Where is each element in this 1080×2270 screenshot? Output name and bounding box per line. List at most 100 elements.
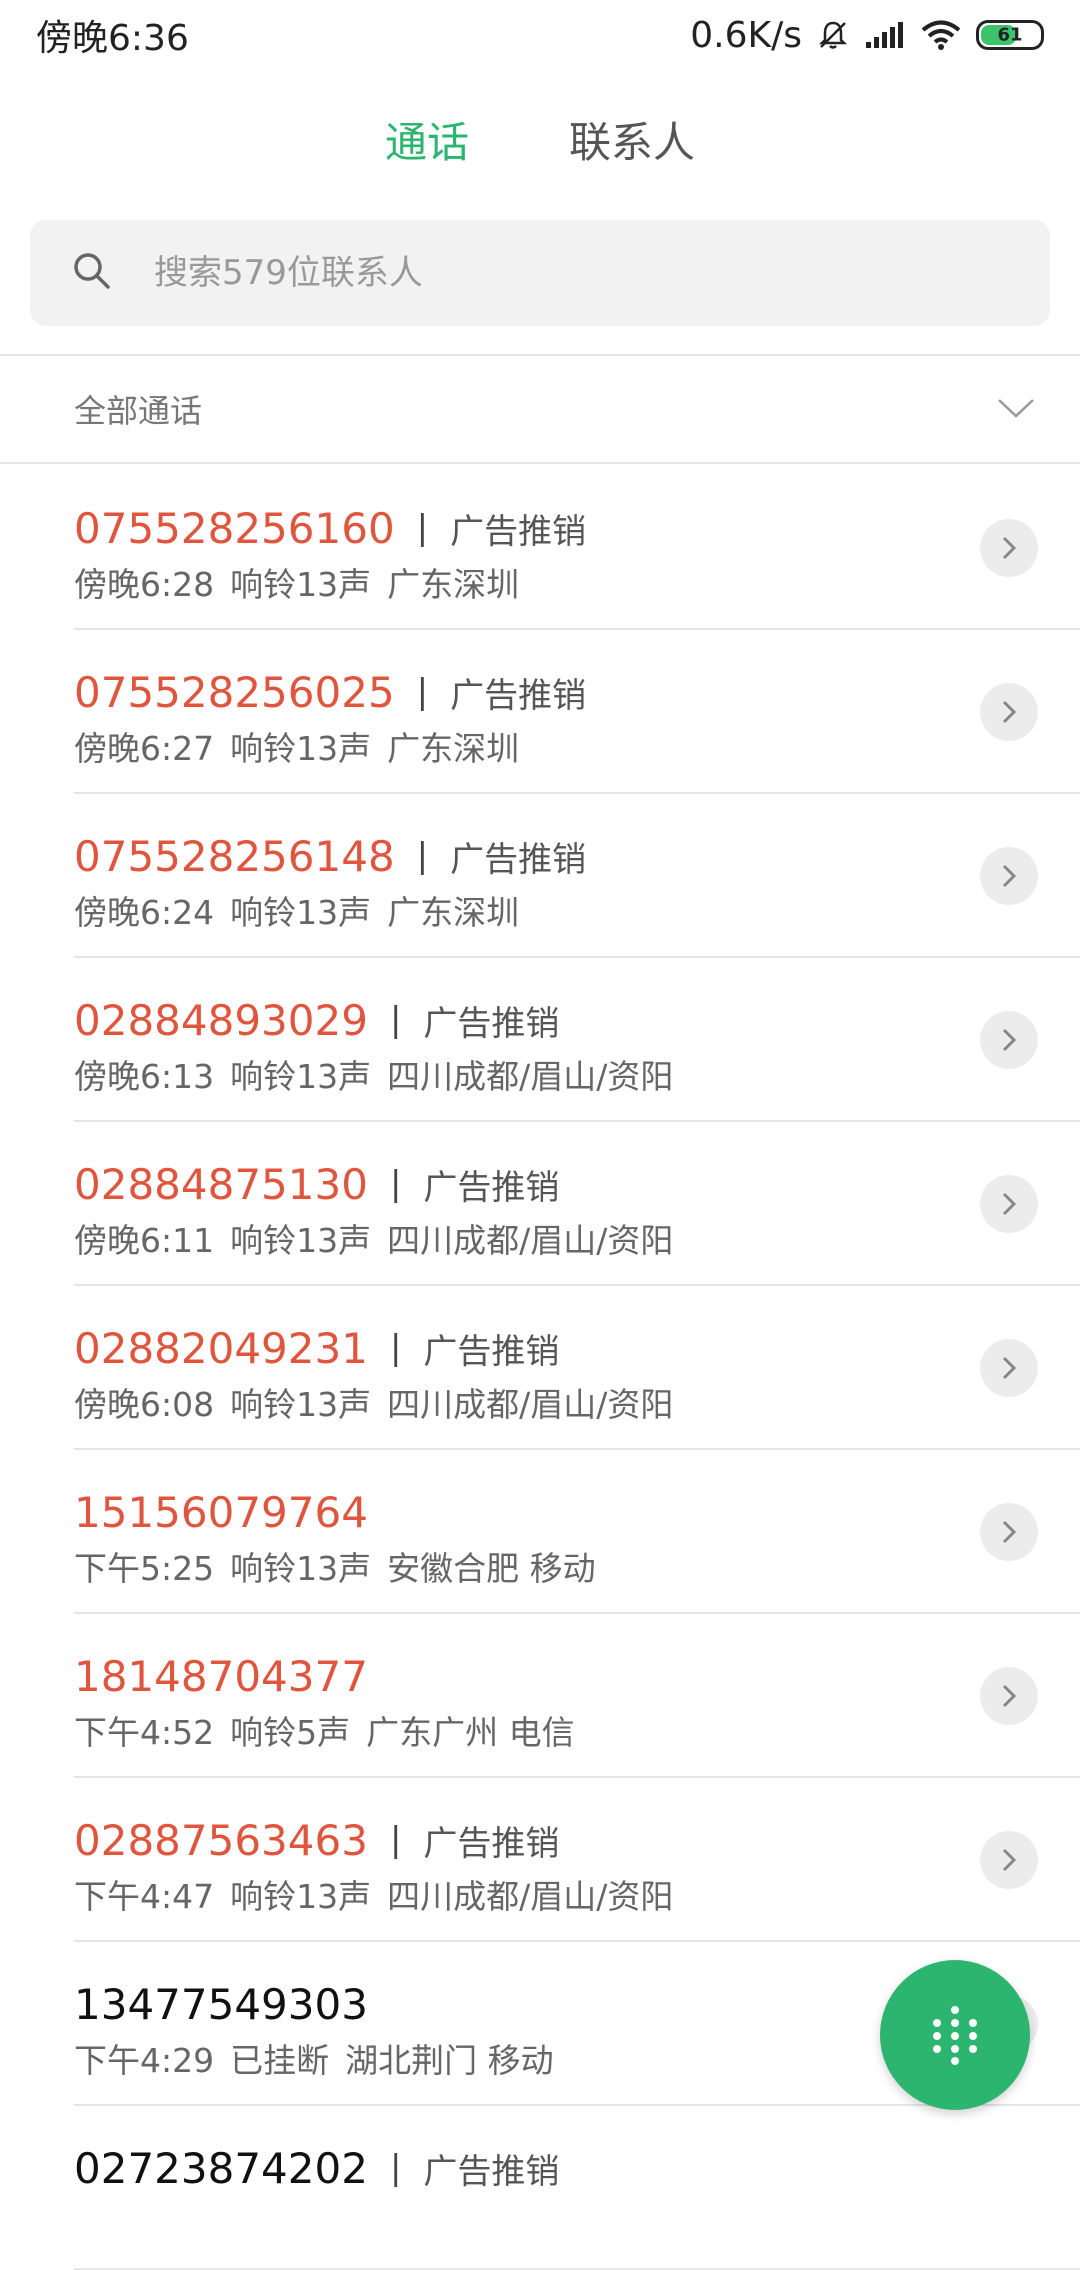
status-bar: 傍晚6:36 0.6K/s 61: [0, 0, 1080, 70]
chevron-right-icon: [1002, 1684, 1017, 1708]
separator: |: [389, 2148, 402, 2188]
call-details: 下午5:25 响铃13声 安徽合肥 移动: [74, 1542, 612, 1590]
number-tag: 广告推销: [450, 675, 587, 716]
call-status: 响铃13声: [230, 1385, 372, 1424]
phone-number: 02884893029: [74, 995, 368, 1045]
call-filter-dropdown[interactable]: 全部通话: [0, 356, 1080, 464]
status-time: 傍晚6:36: [36, 18, 189, 59]
call-detail-button[interactable]: [980, 1667, 1038, 1725]
call-detail-button[interactable]: [980, 683, 1038, 741]
call-log-item[interactable]: 075528256148 | 广告推销 傍晚6:24 响铃13声 广东深圳: [74, 794, 1080, 958]
call-log-item[interactable]: 02887563463 | 广告推销 下午4:47 响铃13声 四川成都/眉山/资阳: [74, 1778, 1080, 1942]
wifi-icon: [920, 19, 962, 51]
call-details: 傍晚6:13 响铃13声 四川成都/眉山/资阳: [74, 1050, 689, 1098]
network-speed: 0.6K/s: [690, 14, 802, 56]
call-location: 四川成都/眉山/资阳: [387, 1221, 674, 1260]
call-details: 下午4:47 响铃13声 四川成都/眉山/资阳: [74, 1870, 689, 1918]
call-header: 18148704377: [74, 1648, 368, 1704]
call-time: 下午4:52: [74, 1713, 215, 1752]
chevron-right-icon: [1002, 1520, 1017, 1544]
call-status: 响铃13声: [230, 893, 372, 932]
call-time: 傍晚6:27: [74, 729, 215, 768]
call-details: 下午4:52 响铃5声 广东广州 电信: [74, 1706, 591, 1754]
separator: |: [389, 1000, 402, 1040]
call-header: 075528256025 | 广告推销: [74, 664, 586, 720]
call-status: 响铃13声: [230, 1877, 372, 1916]
separator: |: [389, 1164, 402, 1204]
call-location: 安徽合肥 移动: [387, 1549, 596, 1588]
call-detail-button[interactable]: [980, 519, 1038, 577]
call-detail-button[interactable]: [980, 1831, 1038, 1889]
number-tag: 广告推销: [423, 1331, 560, 1372]
phone-number: 18148704377: [74, 1651, 368, 1701]
call-log-item[interactable]: 02884893029 | 广告推销 傍晚6:13 响铃13声 四川成都/眉山/资阳: [74, 958, 1080, 1122]
number-tag: 广告推销: [423, 1823, 560, 1864]
call-location: 广东深圳: [387, 565, 520, 604]
number-tag: 广告推销: [450, 511, 587, 552]
call-status: 响铃5声: [230, 1713, 351, 1752]
call-header: 13477549303: [74, 1976, 368, 2032]
call-status: 响铃13声: [230, 1221, 372, 1260]
call-header: 15156079764: [74, 1484, 368, 1540]
tab-contacts[interactable]: 联系人: [569, 108, 695, 178]
chevron-right-icon: [1002, 536, 1017, 560]
tab-calls[interactable]: 通话: [385, 108, 469, 178]
call-header: 02887563463 | 广告推销: [74, 1812, 559, 1868]
status-icons: 0.6K/s 61: [690, 15, 1044, 56]
filter-label: 全部通话: [74, 392, 203, 430]
call-header: 02884893029 | 广告推销: [74, 992, 559, 1048]
phone-number: 13477549303: [74, 1979, 368, 2029]
call-location: 湖北荆门 移动: [345, 2041, 554, 2080]
number-tag: 广告推销: [423, 1167, 560, 1208]
separator: |: [416, 672, 429, 712]
phone-number: 15156079764: [74, 1487, 368, 1537]
call-details: 下午4:29 已挂断 湖北荆门 移动: [74, 2034, 570, 2082]
call-header: 02882049231 | 广告推销: [74, 1320, 559, 1376]
call-status: 已挂断: [230, 2041, 330, 2080]
call-log-item[interactable]: 02723874202 | 广告推销: [74, 2106, 1080, 2270]
phone-number: 075528256160: [74, 503, 395, 553]
call-time: 傍晚6:08: [74, 1385, 215, 1424]
call-status: 响铃13声: [230, 1549, 372, 1588]
call-log-item[interactable]: 15156079764 下午5:25 响铃13声 安徽合肥 移动: [74, 1450, 1080, 1614]
call-log-item[interactable]: 075528256025 | 广告推销 傍晚6:27 响铃13声 广东深圳: [74, 630, 1080, 794]
separator: |: [389, 1820, 402, 1860]
call-detail-button[interactable]: [980, 1175, 1038, 1233]
call-detail-button[interactable]: [980, 1503, 1038, 1561]
call-detail-button[interactable]: [980, 1339, 1038, 1397]
call-status: 响铃13声: [230, 565, 372, 604]
chevron-right-icon: [1002, 1848, 1017, 1872]
search-input[interactable]: [152, 252, 976, 294]
call-location: 四川成都/眉山/资阳: [387, 1057, 674, 1096]
call-details: 傍晚6:24 响铃13声 广东深圳: [74, 886, 535, 934]
phone-number: 02884875130: [74, 1159, 368, 1209]
call-detail-button[interactable]: [980, 847, 1038, 905]
call-status: 响铃13声: [230, 729, 372, 768]
call-log-item[interactable]: 02882049231 | 广告推销 傍晚6:08 响铃13声 四川成都/眉山/资阳: [74, 1286, 1080, 1450]
call-header: 075528256148 | 广告推销: [74, 828, 586, 884]
call-details: 傍晚6:27 响铃13声 广东深圳: [74, 722, 535, 770]
chevron-right-icon: [1002, 1028, 1017, 1052]
call-time: 下午4:47: [74, 1877, 215, 1916]
search-bar[interactable]: [30, 220, 1050, 326]
call-header: 02884875130 | 广告推销: [74, 1156, 559, 1212]
phone-number: 075528256148: [74, 831, 395, 881]
call-log-item[interactable]: 18148704377 下午4:52 响铃5声 广东广州 电信: [74, 1614, 1080, 1778]
call-time: 傍晚6:24: [74, 893, 215, 932]
call-location: 四川成都/眉山/资阳: [387, 1877, 674, 1916]
chevron-down-icon: [996, 390, 1036, 428]
call-detail-button[interactable]: [980, 1011, 1038, 1069]
call-time: 傍晚6:11: [74, 1221, 215, 1260]
chevron-right-icon: [1002, 700, 1017, 724]
call-header: 075528256160 | 广告推销: [74, 500, 586, 556]
battery-level: 61: [997, 24, 1023, 46]
call-details: 傍晚6:28 响铃13声 广东深圳: [74, 558, 535, 606]
top-tabs: 通话 联系人: [0, 108, 1080, 178]
call-details: 傍晚6:11 响铃13声 四川成都/眉山/资阳: [74, 1214, 689, 1262]
call-location: 广东深圳: [387, 893, 520, 932]
call-log-item[interactable]: 02884875130 | 广告推销 傍晚6:11 响铃13声 四川成都/眉山/资阳: [74, 1122, 1080, 1286]
dialpad-button[interactable]: [880, 1960, 1030, 2110]
call-log-item[interactable]: 075528256160 | 广告推销 傍晚6:28 响铃13声 广东深圳: [74, 466, 1080, 630]
phone-number: 075528256025: [74, 667, 395, 717]
number-tag: 广告推销: [450, 839, 587, 880]
